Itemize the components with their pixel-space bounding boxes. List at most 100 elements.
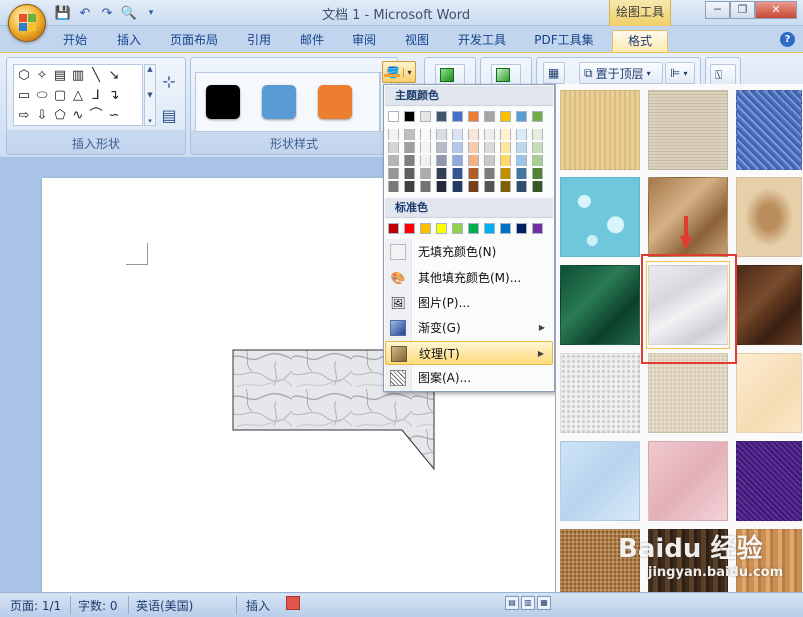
menu-item-more-colors[interactable]: 🎨 其他填充颜色(M)... [385,266,553,290]
texture-denim[interactable] [736,90,802,170]
theme-color-shade-swatch[interactable] [420,181,431,192]
draw-textbox-icon[interactable]: ▤ [159,106,179,126]
theme-color-swatch[interactable] [500,111,511,122]
vertical-textbox-shape-icon[interactable]: ▥ [69,66,87,86]
textbox-shape-icon[interactable]: ▤ [51,66,69,86]
theme-color-shade-swatch[interactable] [404,181,415,192]
theme-color-shade-swatch[interactable] [404,129,415,140]
shapes-gallery-scroll[interactable]: ▲ ▼ ▾ [144,64,156,126]
tab-pdf-tools[interactable]: PDF工具集 [529,30,599,52]
theme-color-shade-swatch[interactable] [532,181,543,192]
theme-color-shade-swatch[interactable] [420,168,431,179]
tab-developer[interactable]: 开发工具 [451,30,513,52]
theme-color-shade-swatch[interactable] [468,168,479,179]
chevron-down-icon[interactable]: ▾ [403,67,415,77]
hexagon-shape-icon[interactable]: ⬡ [15,66,33,86]
theme-color-shade-swatch[interactable] [516,168,527,179]
theme-color-shade-swatch[interactable] [532,129,543,140]
theme-color-shade-swatch[interactable] [388,181,399,192]
right-arrow-shape-icon[interactable]: ⇨ [15,106,33,126]
standard-color-swatch[interactable] [500,223,511,234]
theme-color-shade-swatch[interactable] [388,129,399,140]
theme-color-swatch[interactable] [404,111,415,122]
theme-color-swatch[interactable] [388,111,399,122]
style-swatch-black[interactable] [206,85,240,119]
tab-view[interactable]: 视图 [398,30,436,52]
curve-shape-icon[interactable]: ∿ [69,106,87,126]
theme-color-shade-swatch[interactable] [516,129,527,140]
standard-color-swatch[interactable] [404,223,415,234]
theme-color-shade-swatch[interactable] [500,129,511,140]
theme-color-shade-swatch[interactable] [436,129,447,140]
theme-color-shade-swatch[interactable] [452,142,463,153]
arrow-line-shape-icon[interactable]: ↘ [105,66,123,86]
theme-color-shade-swatch[interactable] [468,181,479,192]
theme-color-shade-swatch[interactable] [452,129,463,140]
texture-canvas[interactable] [648,90,728,170]
tab-review[interactable]: 审阅 [345,30,383,52]
theme-color-shade-swatch[interactable] [500,155,511,166]
theme-color-shade-swatch[interactable] [404,168,415,179]
oval-shape-icon[interactable]: ⬭ [33,86,51,106]
style-swatch-blue[interactable] [262,85,296,119]
freeform-shape-icon[interactable]: ∽ [105,106,123,126]
theme-color-shade-swatch[interactable] [436,155,447,166]
theme-color-shade-swatch[interactable] [532,142,543,153]
style-swatch-orange[interactable] [318,85,352,119]
theme-color-shade-swatch[interactable] [500,181,511,192]
standard-color-swatch[interactable] [388,223,399,234]
standard-color-swatch[interactable] [532,223,543,234]
size-button[interactable]: ⍂ [710,64,736,86]
theme-color-shade-swatch[interactable] [468,129,479,140]
redo-icon[interactable]: ↷ [99,5,115,21]
line-shape-icon[interactable]: ╲ [87,66,105,86]
web-layout-view-icon[interactable]: ▦ [537,596,551,610]
theme-color-shade-swatch[interactable] [452,155,463,166]
save-icon[interactable]: 💾 [55,5,71,21]
theme-color-shade-swatch[interactable] [484,168,495,179]
texture-papyrus[interactable] [560,90,640,170]
down-arrow-shape-icon[interactable]: ⇩ [33,106,51,126]
texture-fish-fossil[interactable] [736,177,802,257]
theme-color-swatch[interactable] [468,111,479,122]
theme-color-shade-swatch[interactable] [452,168,463,179]
standard-color-swatch[interactable] [420,223,431,234]
status-insert-mode[interactable]: 插入 [246,597,270,614]
position-button[interactable]: ▦ [543,62,565,84]
status-language[interactable]: 英语(美国) [136,597,193,614]
texture-brown-marble[interactable] [736,265,802,345]
tab-insert[interactable]: 插入 [110,30,148,52]
theme-color-shade-swatch[interactable] [420,155,431,166]
restore-button[interactable]: ❐ [730,1,755,19]
bring-to-front-button[interactable]: ⧉ 置于顶层 ▾ [579,62,663,84]
status-page[interactable]: 页面: 1/1 [10,597,61,614]
triangle-shape-icon[interactable]: △ [69,86,87,106]
theme-color-shade-swatch[interactable] [420,129,431,140]
menu-item-texture[interactable]: 纹理(T) ▶ [385,341,553,365]
theme-color-shade-swatch[interactable] [404,155,415,166]
theme-color-shade-swatch[interactable] [484,129,495,140]
standard-color-swatch[interactable] [516,223,527,234]
theme-color-swatch[interactable] [516,111,527,122]
elbow-arrow-shape-icon[interactable]: ↴ [105,86,123,106]
theme-color-shade-swatch[interactable] [468,142,479,153]
texture-green-marble[interactable] [560,265,640,345]
tab-page-layout[interactable]: 页面布局 [163,30,225,52]
3d-effects-button[interactable] [491,64,521,86]
theme-color-swatch[interactable] [436,111,447,122]
help-icon[interactable]: ? [780,32,795,47]
standard-color-swatch[interactable] [452,223,463,234]
texture-sand[interactable] [648,353,728,433]
theme-color-swatch[interactable] [532,111,543,122]
undo-icon[interactable]: ↶ [77,5,93,21]
diamond-shape-icon[interactable]: ⬠ [51,106,69,126]
theme-color-shade-swatch[interactable] [516,142,527,153]
theme-color-shade-swatch[interactable] [484,142,495,153]
theme-color-shade-swatch[interactable] [532,168,543,179]
theme-color-shade-swatch[interactable] [500,142,511,153]
customize-qat-icon[interactable]: ▾ [143,5,159,21]
tab-references[interactable]: 引用 [240,30,278,52]
status-word-count[interactable]: 字数: 0 [78,597,118,614]
minimize-button[interactable]: ─ [705,1,730,19]
edit-shape-icon[interactable]: ⊹ [159,72,179,92]
